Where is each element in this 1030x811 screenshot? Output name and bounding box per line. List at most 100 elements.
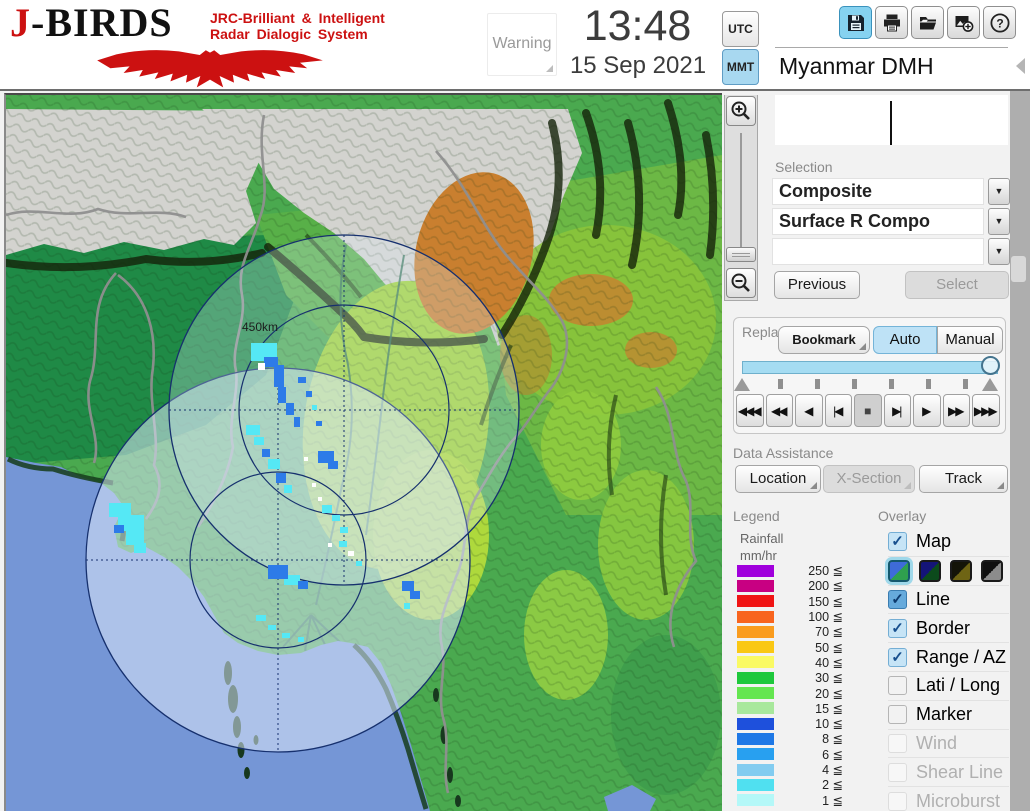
data-assistance-label: Data Assistance [733,445,834,461]
play-reverse-button[interactable]: ◀ [795,394,823,427]
radar-map-image: 450km [6,95,722,811]
eagle-logo-icon [97,50,323,88]
zoom-out-icon [731,273,750,292]
slider-tick [852,379,857,389]
scrollbar-thumb[interactable] [1011,256,1026,282]
help-button[interactable]: ? [983,6,1016,39]
playback-controls: ◀◀◀ ◀◀ ◀ |◀ ■ ▶| ▶ ▶▶ ▶▶▶ [736,394,1000,427]
legend-row: 70 ≦ [737,624,843,639]
replay-slider-track[interactable] [742,361,998,374]
replay-range-end-marker[interactable] [982,378,998,391]
submenu-corner-icon [546,65,553,72]
stop-button[interactable]: ■ [854,394,882,427]
range-ring-label: 450km [242,320,278,334]
overlay-item-range-az[interactable]: ✓ Range / AZ [888,642,1009,671]
location-label: Location [749,470,807,487]
map-style-grey-swatch[interactable] [981,559,1003,582]
overlay-item-border[interactable]: ✓ Border [888,613,1009,642]
chevron-down-icon[interactable]: ▼ [988,178,1010,205]
legend-row: 6 ≦ [737,747,843,762]
step-forward-button[interactable]: ▶| [883,394,911,427]
checkbox-lati-long-icon[interactable] [888,676,907,696]
checkbox-line-icon[interactable]: ✓ [888,589,907,609]
legend-color-chip [737,778,774,791]
header-divider [775,47,1008,48]
select-button[interactable]: Select [905,271,1009,299]
map-style-olive-swatch[interactable] [950,559,972,582]
chevron-down-icon[interactable]: ▼ [988,208,1010,235]
status-display-box [775,95,1008,145]
map-zoom-control [724,95,758,301]
legend-color-chip [737,641,774,654]
panel-collapse-arrow-icon[interactable] [1016,58,1025,74]
bookmark-label: Bookmark [792,332,856,347]
checkbox-border-icon[interactable]: ✓ [888,618,907,638]
save-button[interactable] [839,6,872,39]
product-option-dropdown[interactable]: ▼ [772,238,1010,265]
legend-row: 10 ≦ [737,716,843,731]
checkbox-map-icon[interactable]: ✓ [888,531,907,551]
window-edge-scrollbar[interactable] [1010,91,1030,811]
print-button[interactable] [875,6,908,39]
save-icon [847,14,864,31]
overlay-section-label: Overlay [878,508,927,524]
overlay-item-marker[interactable]: Marker [888,699,1009,729]
legend-color-chip [737,564,774,577]
legend-row: 20 ≦ [737,685,843,701]
radar-map-viewport[interactable]: 450km [4,93,722,811]
slider-tick [963,379,968,389]
legend-row: 150 ≦ [737,594,843,609]
rainfall-legend: 250 ≦ 200 ≦ 150 ≦ 100 ≦ 70 ≦ 50 ≦ 40 ≦ 3… [737,563,843,808]
chevron-down-icon[interactable]: ▼ [988,238,1010,265]
add-image-button[interactable] [947,6,980,39]
product-type-dropdown[interactable]: Composite ▼ [772,178,1010,205]
overlay-item-lati-long[interactable]: Lati / Long [888,670,1009,700]
checkbox-range-az-icon[interactable]: ✓ [888,647,907,667]
overlay-item-map[interactable]: ✓ Map [888,527,1009,556]
open-file-button[interactable] [911,6,944,39]
zoom-in-button[interactable] [726,96,756,126]
auto-mode-button[interactable]: Auto [873,326,937,354]
bookmark-button[interactable]: Bookmark [778,326,870,354]
legend-color-chip [737,579,774,592]
overlay-item-microburst: Microburst [888,786,1009,811]
status-divider [890,101,892,145]
product-name-dropdown[interactable]: Surface R Compo ▼ [772,208,1010,235]
checkbox-marker-icon[interactable] [888,705,907,725]
x-section-label: X-Section [836,470,902,487]
rewind-button[interactable]: ◀◀ [765,394,793,427]
checkbox-microburst-icon [888,791,907,811]
legend-color-chip [737,763,774,776]
step-back-button[interactable]: |◀ [824,394,852,427]
map-style-dark-swatch[interactable] [919,559,941,582]
replay-slider-handle[interactable] [981,356,1000,375]
timezone-utc-button[interactable]: UTC [722,11,759,47]
legend-color-chip [737,732,774,745]
legend-row: 1 ≦ [737,792,843,808]
play-button[interactable]: ▶ [913,394,941,427]
location-button[interactable]: Location [735,465,821,493]
track-button[interactable]: Track [919,465,1008,493]
clock-time: 13:48 [583,2,692,50]
jbirds-logo: J-BIRDS JRC-Brilliant & Intelligent Rada… [10,2,430,88]
zoom-out-button[interactable] [726,268,756,298]
overlay-item-line[interactable]: ✓ Line [888,584,1009,614]
legend-color-chip [737,748,774,761]
replay-range-start-marker[interactable] [734,378,750,391]
previous-button[interactable]: Previous [774,271,860,299]
legend-row: 50 ≦ [737,639,843,655]
timezone-mmt-button[interactable]: MMT [722,49,759,85]
forward-button[interactable]: ▶▶ [942,394,970,427]
jbirds-application-window: J-BIRDS JRC-Brilliant & Intelligent Rada… [0,0,1030,811]
zoom-slider-track[interactable] [740,133,742,261]
map-style-terrain-swatch[interactable] [888,559,910,582]
fast-forward-button[interactable]: ▶▶▶ [972,394,1000,427]
warning-button[interactable]: Warning [487,13,557,76]
zoom-in-icon [731,101,750,120]
fast-rewind-button[interactable]: ◀◀◀ [736,394,764,427]
zoom-slider-handle[interactable] [726,247,756,262]
manual-mode-button[interactable]: Manual [937,326,1003,354]
legend-row: 200 ≦ [737,578,843,593]
legend-color-chip [737,702,774,715]
x-section-button[interactable]: X-Section [823,465,915,493]
